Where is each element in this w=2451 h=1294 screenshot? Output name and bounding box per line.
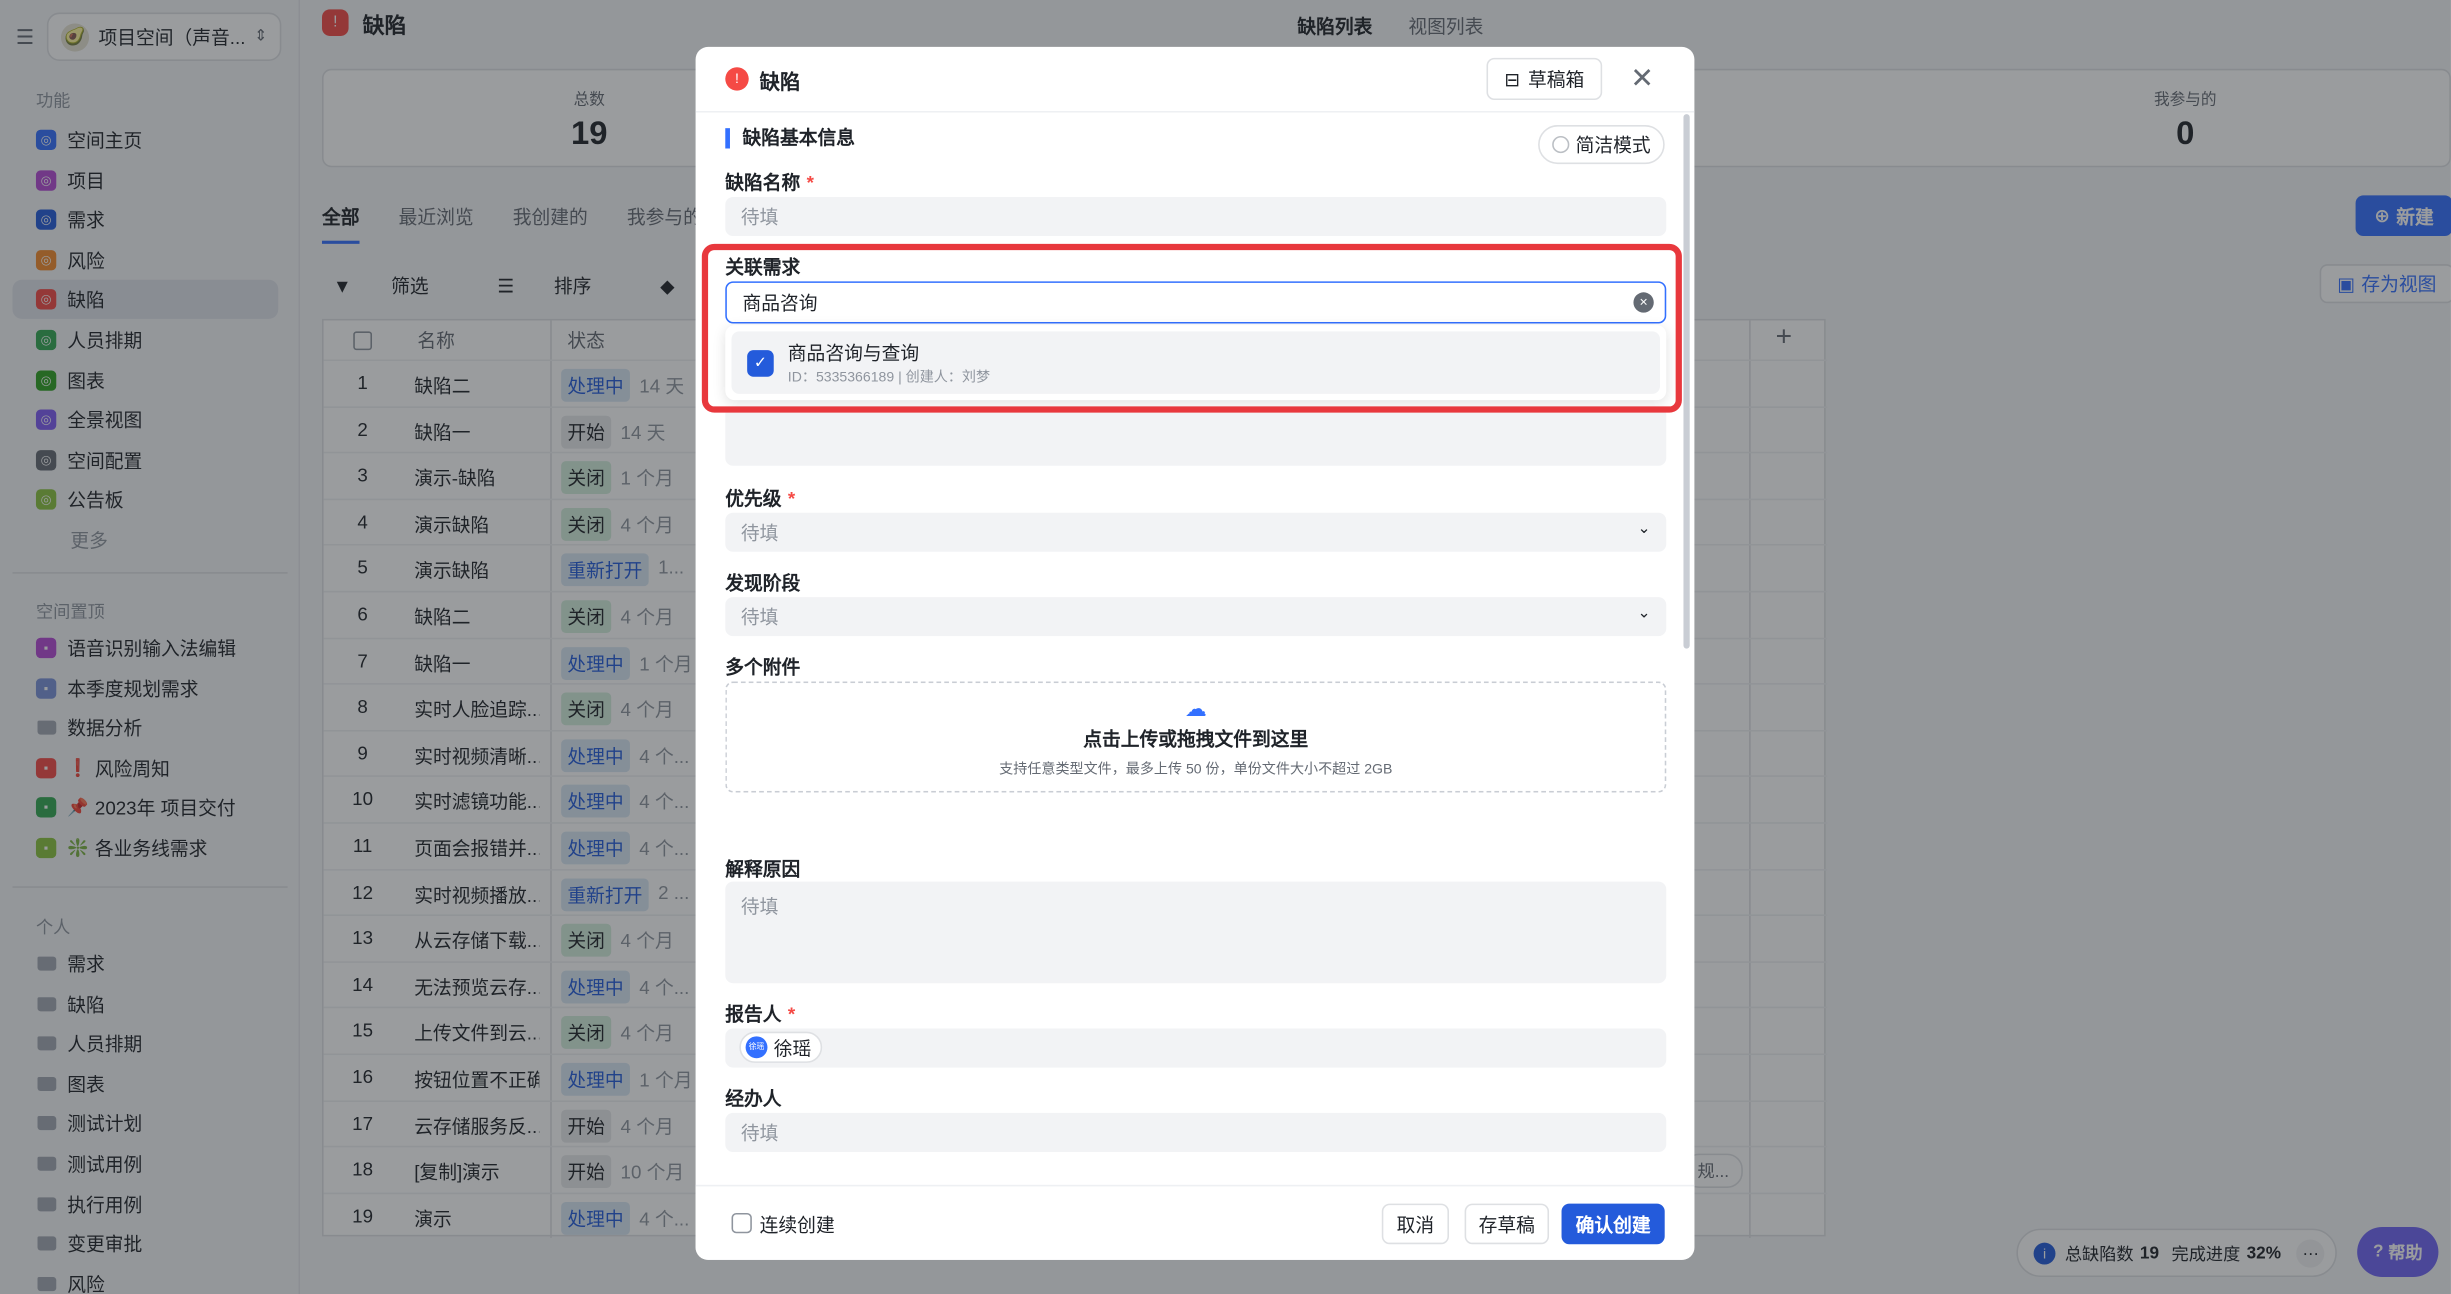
draft-box-button[interactable]: ⊟ 草稿箱 bbox=[1486, 57, 1603, 101]
avatar: 徐瑶 bbox=[745, 1036, 768, 1059]
draft-box-label: 草稿箱 bbox=[1527, 68, 1585, 91]
placeholder: 待填 bbox=[740, 895, 779, 918]
highlight-box bbox=[701, 243, 1682, 413]
modal-scrollbar[interactable] bbox=[1683, 114, 1690, 649]
field-label-attachments: 多个附件 bbox=[725, 656, 801, 679]
label-text: 优先级 bbox=[725, 487, 782, 510]
upload-area[interactable]: ☁ 点击上传或拖拽文件到这里 支持任意类型文件，最多上传 50 份，单份文件大小… bbox=[725, 681, 1667, 793]
placeholder: 待填 bbox=[740, 606, 779, 629]
handler-input[interactable]: 待填 bbox=[725, 1112, 1667, 1153]
label-text: 缺陷名称 bbox=[725, 171, 801, 194]
confirm-create-button[interactable]: 确认创建 bbox=[1561, 1203, 1665, 1245]
field-label-name: 缺陷名称 * bbox=[725, 169, 814, 196]
field-label-stage: 发现阶段 bbox=[725, 572, 801, 594]
cancel-button[interactable]: 取消 bbox=[1381, 1203, 1449, 1245]
section-title: 缺陷基本信息 bbox=[725, 127, 855, 149]
reporter-name: 徐瑶 bbox=[773, 1037, 812, 1060]
continuous-create-checkbox[interactable] bbox=[731, 1212, 752, 1234]
field-label-reporter: 报告人 * bbox=[725, 1000, 795, 1027]
field-label-handler: 经办人 bbox=[725, 1087, 782, 1110]
continuous-create-label: 连续创建 bbox=[759, 1214, 835, 1237]
label-text: 报告人 bbox=[725, 1003, 782, 1026]
placeholder: 待填 bbox=[740, 1122, 779, 1145]
inbox-icon: ⊟ bbox=[1504, 67, 1521, 90]
clean-mode-toggle[interactable]: 简洁模式 bbox=[1538, 125, 1665, 165]
create-defect-modal: ! 缺陷 ⊟ 草稿箱 ✕ 缺陷基本信息 简洁模式 缺陷名称 * 待填 关联需求 商品… bbox=[695, 46, 1695, 1260]
save-draft-button[interactable]: 存草稿 bbox=[1464, 1203, 1550, 1245]
field-label-reason: 解释原因 bbox=[725, 858, 801, 881]
radio-icon bbox=[1552, 135, 1570, 154]
placeholder: 待填 bbox=[740, 206, 779, 229]
reporter-input[interactable] bbox=[725, 1028, 1667, 1068]
reason-textarea[interactable]: 待填 bbox=[725, 881, 1667, 984]
upload-title: 点击上传或拖拽文件到这里 bbox=[1083, 728, 1309, 751]
close-icon[interactable]: ✕ bbox=[1630, 63, 1654, 96]
reporter-chip[interactable]: 徐瑶 徐瑶 bbox=[739, 1031, 823, 1063]
modal-title: 缺陷 bbox=[759, 70, 801, 94]
upload-hint: 支持任意类型文件，最多上传 50 份，单份文件大小不超过 2GB bbox=[999, 761, 1393, 777]
priority-select[interactable]: 待填 ⌄ bbox=[725, 512, 1667, 552]
cloud-upload-icon: ☁ bbox=[1184, 695, 1207, 721]
placeholder: 待填 bbox=[740, 522, 779, 544]
modal-header: ! 缺陷 ⊟ 草稿箱 ✕ bbox=[695, 47, 1695, 113]
hidden-field-input[interactable] bbox=[725, 406, 1667, 466]
field-label-priority: 优先级 * bbox=[725, 485, 795, 512]
defect-name-input[interactable]: 待填 bbox=[725, 196, 1667, 237]
bug-icon: ! bbox=[725, 67, 749, 91]
required-mark: * bbox=[787, 487, 796, 510]
chevron-down-icon: ⌄ bbox=[1637, 604, 1651, 623]
modal-footer: 连续创建 取消 存草稿 确认创建 bbox=[695, 1184, 1695, 1260]
stage-select[interactable]: 待填 ⌄ bbox=[725, 597, 1667, 637]
required-mark: * bbox=[787, 1003, 796, 1026]
chevron-down-icon: ⌄ bbox=[1637, 520, 1651, 538]
required-mark: * bbox=[806, 171, 814, 194]
clean-mode-label: 简洁模式 bbox=[1575, 134, 1651, 157]
app-root: ☰ 🥑 项目空间（声音... ⇕ 功能 ◎ 空间主页 ◎ 项目 ◎ 需求 ◎ 风险 ◎ 缺陷 ◎ 人员… bbox=[0, 0, 2451, 1294]
